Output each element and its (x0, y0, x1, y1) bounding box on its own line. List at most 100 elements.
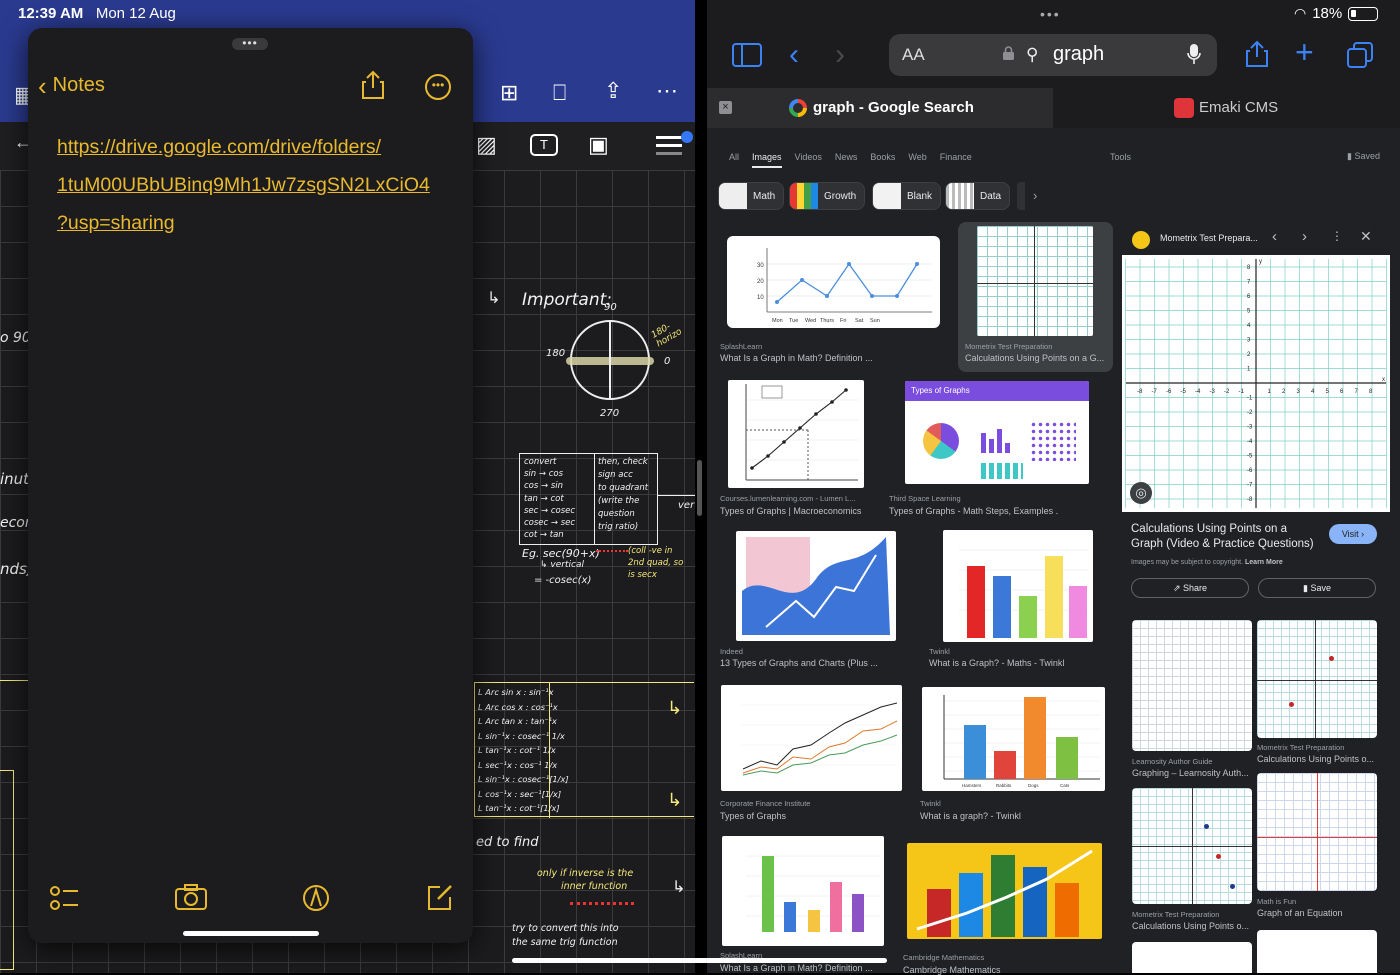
related-image-2[interactable] (1257, 620, 1377, 738)
multitasking-dots[interactable]: ••• (1040, 6, 1061, 22)
result-title[interactable]: Calculations Using Points on a G... (965, 353, 1105, 363)
related-image-3[interactable] (1132, 788, 1252, 904)
result-source[interactable]: SplashLearn (720, 342, 762, 351)
result-title[interactable]: Calculations Using Points o... (1257, 754, 1377, 764)
result-image-pets-bar[interactable]: Hamsters Rabbits Dogs Cats (922, 687, 1105, 791)
link-line-1[interactable]: https://drive.google.com/drive/folders/ (57, 128, 457, 166)
result-source[interactable]: Twinkl (920, 799, 941, 808)
result-title[interactable]: What is a Graph? - Maths - Twinkl (929, 658, 1089, 668)
result-title[interactable]: Graph of an Equation (1257, 908, 1377, 918)
preview-next-icon[interactable]: › (1302, 228, 1307, 245)
preview-more-icon[interactable]: ⋮ (1331, 229, 1343, 243)
result-image-school-bars[interactable] (722, 836, 884, 946)
result-source[interactable]: Courses.lumenlearning.com - Lumen L... (720, 494, 855, 503)
chip-partial[interactable] (1017, 182, 1025, 210)
forward-chevron-icon[interactable]: › (835, 38, 845, 72)
result-title[interactable]: Types of Graphs - Math Steps, Examples .… (889, 506, 1059, 516)
tabs-overview-button[interactable] (1347, 42, 1373, 68)
filter-images[interactable]: Images (752, 152, 782, 168)
result-source[interactable]: Cambridge Mathematics (903, 953, 984, 962)
result-title[interactable]: Types of Graphs | Macroeconomics (720, 506, 880, 516)
related-image-1[interactable] (1132, 620, 1252, 751)
tools-button[interactable]: Tools (1110, 152, 1131, 162)
save-pill-button[interactable]: ▮ Save (1258, 578, 1376, 598)
address-bar[interactable]: AA ⚲ graph (889, 34, 1217, 76)
filter-books[interactable]: Books (870, 152, 895, 168)
result-source[interactable]: Math is Fun (1257, 897, 1296, 906)
result-image-area-chart[interactable] (736, 531, 896, 641)
chip-math[interactable]: Math (718, 182, 784, 210)
image-tool-icon[interactable]: ▨ (476, 132, 497, 158)
result-source[interactable]: Mometrix Test Preparation (965, 342, 1052, 351)
saved-button[interactable]: ▮ Saved (1347, 151, 1380, 162)
notes-back-button[interactable]: ‹ Notes (38, 74, 105, 97)
preview-site-name[interactable]: Mometrix Test Prepara... (1160, 233, 1258, 243)
close-tab-icon[interactable]: × (719, 101, 732, 114)
related-image-6[interactable] (1257, 930, 1377, 973)
share-icon[interactable]: ⇪ (604, 78, 622, 104)
share-button[interactable] (1245, 40, 1269, 68)
split-view-divider[interactable] (697, 460, 702, 516)
add-page-icon[interactable]: ⊞ (500, 80, 518, 106)
back-chevron-icon[interactable]: ‹ (789, 38, 799, 72)
text-tool-icon[interactable]: T (530, 134, 558, 156)
microphone-icon[interactable] (1187, 44, 1201, 66)
result-source[interactable]: Mometrix Test Preparation (1257, 743, 1344, 752)
result-title[interactable]: What is a graph? - Twinkl (920, 811, 1080, 821)
compose-button[interactable] (426, 883, 454, 911)
url-search-text[interactable]: graph (1053, 43, 1104, 66)
related-image-5[interactable] (1132, 942, 1252, 973)
result-source[interactable]: Corporate Finance Institute (720, 799, 810, 808)
result-title[interactable]: What Is a Graph in Math? Definition ... (720, 963, 880, 973)
result-title[interactable]: Calculations Using Points o... (1132, 921, 1250, 931)
result-image-3d-bars[interactable] (907, 843, 1102, 939)
result-image-bar-chart[interactable] (943, 530, 1093, 642)
lens-icon[interactable]: ◎ (1130, 482, 1152, 504)
visit-button[interactable]: Visit › (1329, 524, 1377, 544)
color-dot-icon[interactable] (681, 131, 693, 143)
camera-button[interactable] (175, 884, 207, 910)
filter-all[interactable]: All (729, 152, 739, 168)
pen-settings-icon[interactable] (656, 136, 682, 139)
filter-news[interactable]: News (835, 152, 858, 168)
sticker-tool-icon[interactable]: ▣ (588, 132, 609, 158)
result-title[interactable]: 13 Types of Graphs and Charts (Plus ... (720, 658, 880, 668)
chip-growth[interactable]: Growth (789, 182, 865, 210)
result-image-types-of-graphs[interactable]: Types of Graphs (905, 381, 1089, 484)
result-source[interactable]: Twinkl (929, 647, 950, 656)
drive-link[interactable]: https://drive.google.com/drive/folders/ … (57, 128, 457, 242)
related-image-4[interactable] (1257, 773, 1377, 891)
reader-aa-button[interactable]: AA (902, 45, 925, 65)
filter-videos[interactable]: Videos (795, 152, 822, 168)
tab-google-search[interactable]: × graph - Google Search (707, 88, 1053, 128)
preview-close-icon[interactable]: ✕ (1360, 228, 1372, 245)
share-pill-button[interactable]: ⇗ Share (1131, 578, 1249, 598)
chips-next-icon[interactable]: › (1033, 188, 1037, 203)
link-line-3[interactable]: ?usp=sharing (57, 204, 457, 242)
home-indicator-right[interactable] (512, 958, 887, 963)
result-image-multi-line[interactable] (721, 685, 902, 791)
result-image-scatter-line[interactable] (728, 380, 864, 488)
sidebar-icon[interactable] (732, 43, 762, 67)
result-source[interactable]: Learnosity Author Guide (1132, 757, 1212, 766)
preview-image-coordinate-grid[interactable]: -8-7-6-5-4-3-2-11234567887654321-1-2-3-4… (1122, 255, 1390, 512)
result-image-line-chart[interactable]: 30 20 10 Mon Tue Wed Thurs Fri Sat Sun (727, 236, 940, 328)
chip-data[interactable]: Data (945, 182, 1010, 210)
notes-more-button[interactable]: ••• (425, 74, 451, 100)
more-icon[interactable]: ⋯ (656, 78, 678, 104)
result-source[interactable]: Third Space Learning (889, 494, 961, 503)
result-title[interactable]: What Is a Graph in Math? Definition ... (720, 353, 950, 363)
learn-more-link[interactable]: Learn More (1245, 559, 1283, 566)
checklist-button[interactable] (50, 883, 80, 913)
preview-prev-icon[interactable]: ‹ (1272, 228, 1277, 245)
preview-title[interactable]: Calculations Using Points on a Graph (Vi… (1131, 522, 1321, 552)
result-source[interactable]: Mometrix Test Preparation (1132, 910, 1219, 919)
filter-finance[interactable]: Finance (940, 152, 972, 168)
tab-emaki-cms[interactable]: Emaki CMS (1053, 88, 1400, 128)
notes-share-button[interactable] (361, 70, 385, 100)
result-source[interactable]: Indeed (720, 647, 743, 656)
window-grabber-handle[interactable]: ••• (232, 38, 268, 50)
bookmark-icon[interactable]: ⎕ (553, 80, 566, 106)
filter-web[interactable]: Web (908, 152, 926, 168)
result-title[interactable]: Cambridge Mathematics (903, 965, 1063, 975)
